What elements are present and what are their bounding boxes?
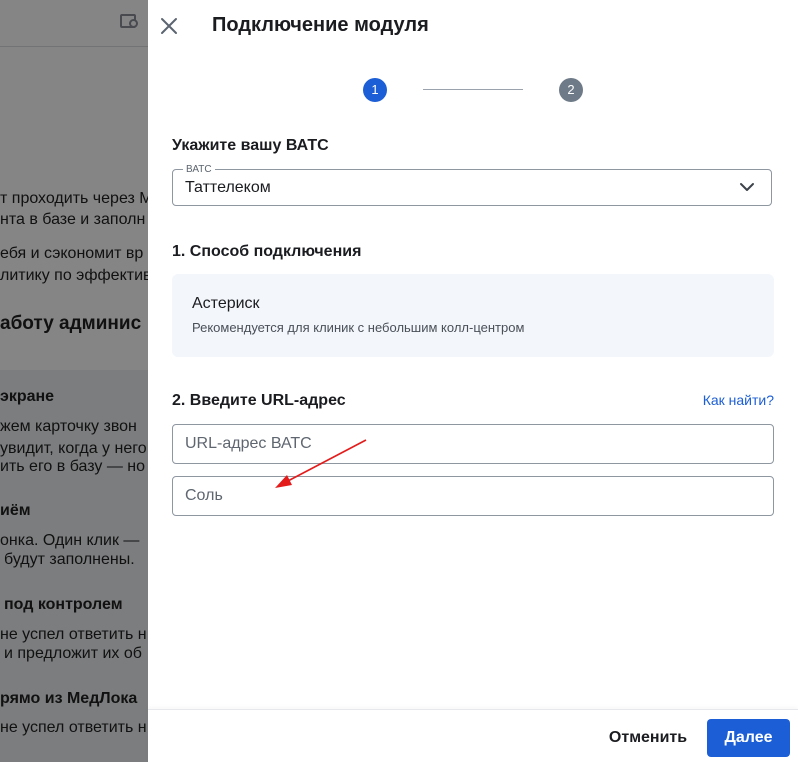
annotation-arrow bbox=[275, 439, 367, 488]
connection-method-title: 1. Способ подключения bbox=[172, 243, 362, 260]
close-button[interactable] bbox=[158, 15, 180, 37]
drawer-title: Подключение модуля bbox=[212, 14, 429, 36]
chevron-down-icon bbox=[740, 183, 754, 191]
connection-option-asterisk[interactable]: Астериск Рекомендуется для клиник с небо… bbox=[172, 274, 774, 357]
pbx-select-value: Таттелеком bbox=[185, 179, 271, 196]
pbx-section-title: Укажите вашу ВАТС bbox=[172, 137, 329, 154]
modal-overlay[interactable] bbox=[0, 0, 148, 762]
salt-input[interactable] bbox=[172, 476, 774, 516]
connect-module-drawer: Подключение модуля 1 2 Укажите вашу ВАТС… bbox=[148, 0, 798, 763]
next-button[interactable]: Далее bbox=[707, 719, 790, 757]
pbx-select-label: ВАТС bbox=[183, 164, 215, 175]
how-to-find-link[interactable]: Как найти? bbox=[703, 392, 774, 408]
close-icon bbox=[161, 18, 177, 34]
drawer-footer: Отменить Далее bbox=[148, 709, 798, 763]
option-description: Рекомендуется для клиник с небольшим кол… bbox=[192, 320, 525, 335]
stepper-connector bbox=[423, 89, 523, 90]
stepper: 1 2 bbox=[363, 78, 583, 104]
option-title: Астериск bbox=[192, 295, 260, 312]
pbx-url-input[interactable] bbox=[172, 424, 774, 464]
step-2-indicator: 2 bbox=[559, 78, 583, 102]
step-1-indicator: 1 bbox=[363, 78, 387, 102]
pbx-select[interactable]: ВАТС Таттелеком bbox=[172, 164, 772, 206]
cancel-button[interactable]: Отменить bbox=[600, 719, 696, 757]
url-section-title: 2. Введите URL-адрес bbox=[172, 392, 346, 409]
